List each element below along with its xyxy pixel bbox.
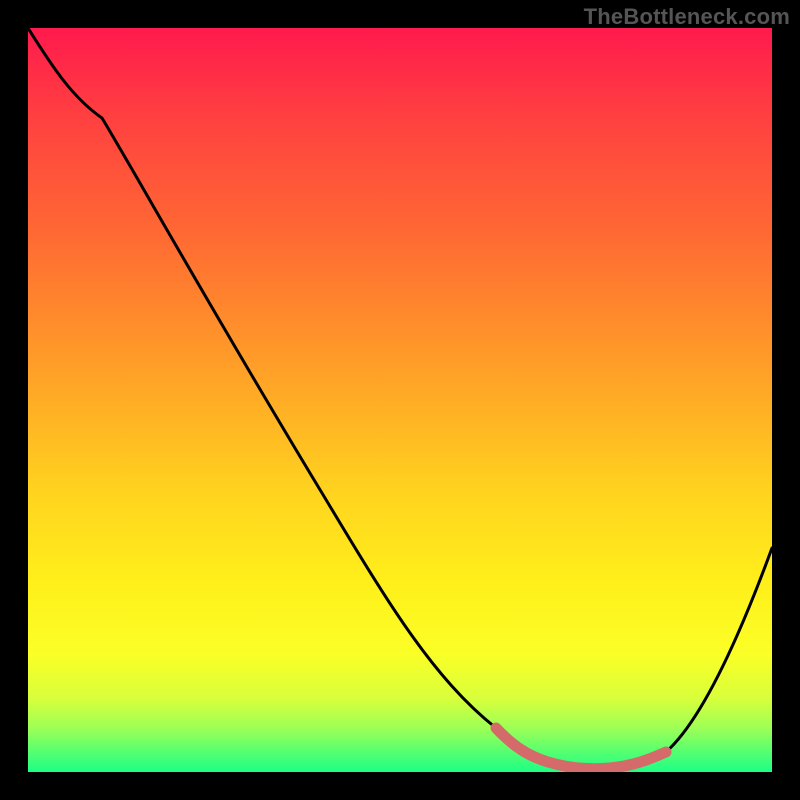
chart-frame: TheBottleneck.com: [0, 0, 800, 800]
watermark-text: TheBottleneck.com: [584, 4, 790, 30]
chart-plot-area: [28, 28, 772, 772]
bottleneck-curve: [28, 28, 772, 768]
valley-marker: [496, 728, 666, 769]
chart-svg: [28, 28, 772, 772]
